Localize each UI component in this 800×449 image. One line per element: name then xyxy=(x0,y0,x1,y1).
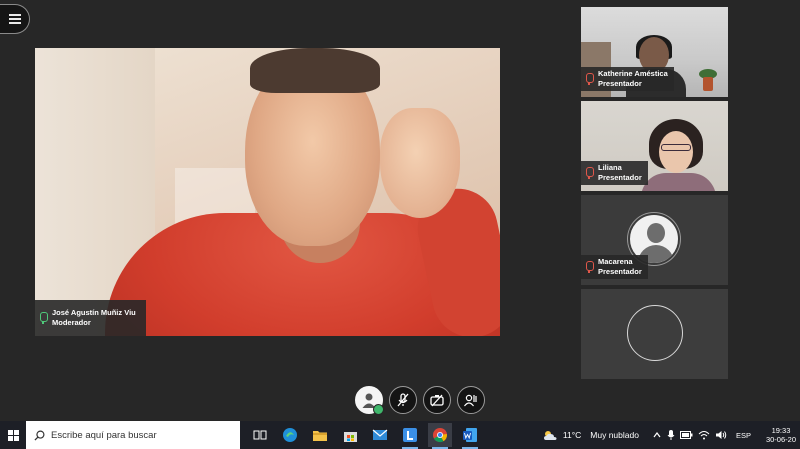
mail-icon xyxy=(372,429,388,440)
participant-tag: Liliana Presentador xyxy=(581,161,648,185)
windows-logo-icon xyxy=(7,429,19,441)
word-button[interactable] xyxy=(458,423,482,449)
camera-button[interactable] xyxy=(423,386,451,414)
main-participant-tag: José Agustín Muñiz Viu Moderador xyxy=(35,300,146,336)
folder-icon xyxy=(313,431,327,441)
chrome-icon xyxy=(433,428,447,443)
participant-name: Liliana xyxy=(598,163,622,172)
speaker-hand xyxy=(380,108,460,218)
muted-icon xyxy=(585,167,594,179)
participant-body xyxy=(641,173,716,191)
weather-temperature: 11°C xyxy=(562,430,582,440)
muted-icon xyxy=(585,261,594,273)
mail-button[interactable] xyxy=(368,423,392,447)
store-button[interactable] xyxy=(338,423,362,447)
mic-off-icon xyxy=(397,393,409,407)
speaker-volume-icon[interactable] xyxy=(715,430,727,440)
taskbar-search-box[interactable]: Escribe aquí para buscar xyxy=(26,421,240,449)
online-status-badge xyxy=(373,404,384,415)
participant-name: Macarena xyxy=(598,257,633,266)
camera-off-icon xyxy=(430,394,444,407)
participant-role: Presentador xyxy=(598,267,642,276)
start-button[interactable] xyxy=(0,421,26,449)
battery-icon[interactable] xyxy=(679,431,693,439)
system-tray: 11°C Muy nublado ESP 19:33 30-06-20 xyxy=(542,426,800,444)
participant-role: Presentador xyxy=(598,79,642,88)
taskbar-apps xyxy=(248,423,482,449)
raise-hand-button[interactable] xyxy=(457,386,485,414)
participant-name: Katherine Améstica xyxy=(598,69,668,78)
participant-tag: Katherine Améstica Presentador xyxy=(581,67,674,91)
search-placeholder: Escribe aquí para buscar xyxy=(51,429,157,441)
app-l-button[interactable] xyxy=(398,423,422,449)
weather-cloud-icon[interactable] xyxy=(542,429,558,441)
clock-date: 30-06-20 xyxy=(765,435,796,444)
muted-icon xyxy=(585,73,594,85)
main-participant-name: José Agustín Muñiz Viu xyxy=(52,308,136,317)
task-view-button[interactable] xyxy=(248,423,272,447)
speaker-hair xyxy=(250,48,380,93)
call-controls xyxy=(355,386,485,415)
raise-hand-icon xyxy=(464,394,477,407)
clock-time: 19:33 xyxy=(771,426,791,435)
chevron-up-icon[interactable] xyxy=(652,430,662,440)
main-video-feed[interactable] xyxy=(35,48,500,336)
file-explorer-button[interactable] xyxy=(308,423,332,447)
participant-tag: Macarena Presentador xyxy=(581,255,648,279)
mute-mic-button[interactable] xyxy=(389,386,417,414)
search-icon xyxy=(34,430,45,441)
participant-tile[interactable]: Katherine Améstica Presentador xyxy=(581,7,728,97)
language-indicator[interactable]: ESP xyxy=(736,431,751,440)
main-participant-role: Moderador xyxy=(52,318,91,327)
participant-tile[interactable]: Liliana Presentador xyxy=(581,101,728,191)
weather-description: Muy nublado xyxy=(590,430,639,440)
word-icon xyxy=(463,428,477,442)
menu-button[interactable] xyxy=(0,4,30,34)
microphone-icon[interactable] xyxy=(667,429,675,441)
wifi-icon[interactable] xyxy=(698,430,710,440)
task-view-icon xyxy=(253,430,267,440)
edge-button[interactable] xyxy=(278,423,302,447)
app-l-icon xyxy=(403,428,417,442)
participant-tile[interactable]: Macarena Presentador xyxy=(581,195,728,285)
participant-glasses xyxy=(661,144,691,151)
participant-tile-empty[interactable] xyxy=(581,289,728,379)
mic-on-icon xyxy=(39,312,48,324)
store-icon xyxy=(343,431,357,442)
participant-role: Presentador xyxy=(598,173,642,182)
participant-face xyxy=(659,131,693,173)
empty-avatar-icon xyxy=(627,305,683,361)
user-status-button[interactable] xyxy=(355,386,384,415)
taskbar-clock[interactable]: 19:33 30-06-20 xyxy=(766,426,796,444)
hamburger-icon xyxy=(8,14,21,24)
plant-pot xyxy=(703,77,713,91)
chrome-button[interactable] xyxy=(428,423,452,449)
edge-icon xyxy=(283,428,297,442)
windows-taskbar: Escribe aquí para buscar 11°C Muy nublad… xyxy=(0,421,800,449)
